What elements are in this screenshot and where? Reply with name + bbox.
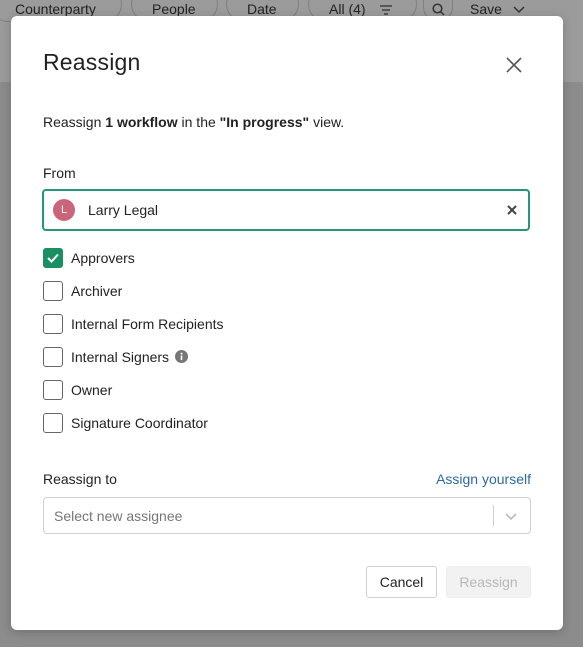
checkbox[interactable] [43,314,63,334]
checkbox[interactable] [43,380,63,400]
filter-icon [380,5,392,15]
assign-yourself-link[interactable]: Assign yourself [436,471,531,487]
checkmark-icon [46,253,59,263]
role-label: Internal Form Recipients [71,316,224,332]
from-user-name: Larry Legal [88,202,159,218]
description-prefix: Reassign [43,114,106,130]
modal-description: Reassign 1 workflow in the "In progress"… [43,114,344,130]
search-icon [432,3,445,16]
role-label: Internal Signers [71,349,170,365]
filter-label: Date [247,1,277,17]
chevron-down-icon [513,6,525,14]
checkbox[interactable] [43,281,63,301]
view-name: "In progress" [219,114,310,130]
reassign-button[interactable]: Reassign [446,566,531,598]
avatar: L [53,199,75,221]
clear-icon[interactable] [505,203,519,217]
modal-title: Reassign [43,49,141,75]
filter-label: All (4) [329,1,366,17]
info-icon[interactable] [175,350,188,363]
checkbox[interactable] [43,347,63,367]
description-middle: in the [177,114,220,130]
workflow-count: 1 workflow [105,114,178,130]
checkbox[interactable] [43,413,63,433]
from-user-field[interactable]: L Larry Legal [42,189,530,231]
assignee-placeholder: Select new assignee [54,508,183,524]
cancel-button[interactable]: Cancel [366,566,437,598]
filter-label: People [152,1,196,17]
reassign-to-label: Reassign to [43,471,117,487]
description-suffix: view. [309,114,345,130]
close-icon[interactable] [503,54,525,76]
reassign-modal: Reassign Reassign 1 workflow in the "In … [11,16,563,630]
checkbox-checked[interactable] [43,248,63,268]
role-label: Signature Coordinator [71,415,208,431]
select-divider [493,505,494,526]
assignee-select[interactable]: Select new assignee [43,497,531,534]
role-label: Archiver [71,283,123,299]
save-label: Save [470,1,502,17]
role-label: Approvers [71,250,135,266]
filter-label: Counterparty [15,1,96,17]
from-label: From [43,165,76,181]
role-label: Owner [71,382,113,398]
chevron-down-icon[interactable] [504,509,518,523]
